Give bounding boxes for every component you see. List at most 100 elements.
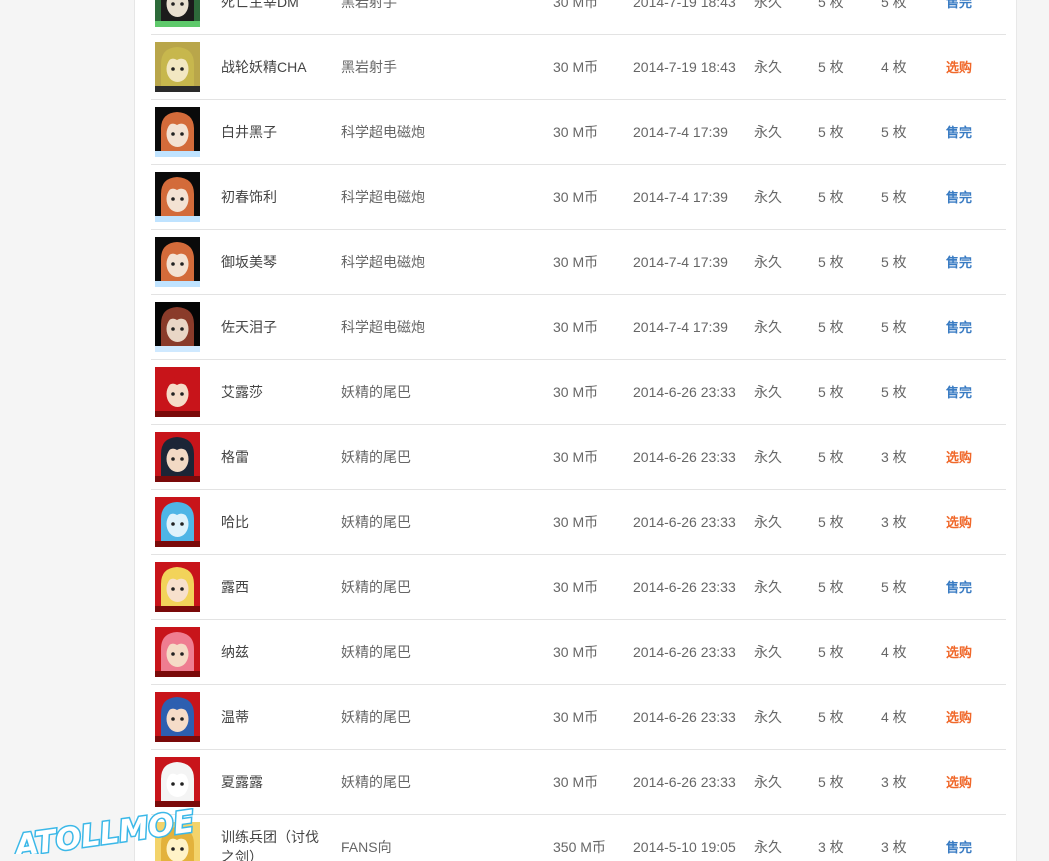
total-quantity: 5 枚 bbox=[818, 189, 844, 205]
release-date: 2014-7-4 17:39 bbox=[633, 124, 728, 140]
validity-term: 永久 bbox=[754, 709, 782, 725]
table-row: 白井黑子 科学超电磁炮 30 M币 2014-7-4 17:39 永久 5 枚 … bbox=[151, 100, 1006, 165]
validity-term: 永久 bbox=[754, 774, 782, 790]
badge-thumbnail bbox=[155, 627, 200, 677]
badge-series: 妖精的尾巴 bbox=[341, 514, 411, 530]
badge-price: 30 M币 bbox=[553, 774, 599, 790]
table-row: 佐天泪子 科学超电磁炮 30 M币 2014-7-4 17:39 永久 5 枚 … bbox=[151, 295, 1006, 360]
total-quantity: 5 枚 bbox=[818, 579, 844, 595]
badge-series: 妖精的尾巴 bbox=[341, 384, 411, 400]
badge-thumbnail bbox=[155, 692, 200, 742]
validity-term: 永久 bbox=[754, 59, 782, 75]
total-quantity: 5 枚 bbox=[818, 774, 844, 790]
table-row: 格雷 妖精的尾巴 30 M币 2014-6-26 23:33 永久 5 枚 3 … bbox=[151, 425, 1006, 490]
badge-thumbnail bbox=[155, 562, 200, 612]
release-date: 2014-6-26 23:33 bbox=[633, 449, 736, 465]
character-avatar-icon bbox=[155, 237, 200, 287]
badge-thumbnail bbox=[155, 42, 200, 92]
table-row: 御坂美琴 科学超电磁炮 30 M币 2014-7-4 17:39 永久 5 枚 … bbox=[151, 230, 1006, 295]
badge-series: 妖精的尾巴 bbox=[341, 449, 411, 465]
table-row: 死亡主宰DM 黑岩射手 30 M币 2014-7-19 18:43 永久 5 枚… bbox=[151, 0, 1006, 35]
badge-thumbnail bbox=[155, 107, 200, 157]
table-row: 温蒂 妖精的尾巴 30 M币 2014-6-26 23:33 永久 5 枚 4 … bbox=[151, 685, 1006, 750]
validity-term: 永久 bbox=[754, 0, 782, 10]
sold-out-label: 售完 bbox=[946, 840, 973, 855]
badge-series: 妖精的尾巴 bbox=[341, 774, 411, 790]
total-quantity: 5 枚 bbox=[818, 514, 844, 530]
badge-name: 温蒂 bbox=[221, 709, 249, 725]
buy-button[interactable]: 选购 bbox=[946, 490, 972, 555]
remaining-quantity: 5 枚 bbox=[881, 319, 907, 335]
remaining-quantity: 5 枚 bbox=[881, 189, 907, 205]
character-avatar-icon bbox=[155, 822, 200, 861]
badge-series: FANS向 bbox=[341, 839, 392, 855]
buy-button[interactable]: 选购 bbox=[946, 425, 972, 490]
validity-term: 永久 bbox=[754, 254, 782, 270]
badge-name: 御坂美琴 bbox=[221, 254, 277, 270]
validity-term: 永久 bbox=[754, 579, 782, 595]
total-quantity: 5 枚 bbox=[818, 124, 844, 140]
badge-price: 30 M币 bbox=[553, 384, 599, 400]
badge-name: 训练兵团（讨伐之剑） bbox=[221, 829, 319, 861]
total-quantity: 5 枚 bbox=[818, 709, 844, 725]
character-avatar-icon bbox=[155, 42, 200, 92]
badge-price: 30 M币 bbox=[553, 319, 599, 335]
remaining-quantity: 5 枚 bbox=[881, 384, 907, 400]
table-row: 艾露莎 妖精的尾巴 30 M币 2014-6-26 23:33 永久 5 枚 5… bbox=[151, 360, 1006, 425]
badge-thumbnail bbox=[155, 237, 200, 287]
badge-name: 死亡主宰DM bbox=[221, 0, 299, 10]
total-quantity: 5 枚 bbox=[818, 254, 844, 270]
badge-series: 科学超电磁炮 bbox=[341, 254, 425, 270]
badge-price: 30 M币 bbox=[553, 514, 599, 530]
badge-name: 夏露露 bbox=[221, 774, 263, 790]
badge-price: 30 M币 bbox=[553, 0, 599, 10]
remaining-quantity: 4 枚 bbox=[881, 709, 907, 725]
release-date: 2014-7-4 17:39 bbox=[633, 254, 728, 270]
total-quantity: 5 枚 bbox=[818, 319, 844, 335]
badge-table: 死亡主宰DM 黑岩射手 30 M币 2014-7-19 18:43 永久 5 枚… bbox=[151, 0, 1006, 861]
remaining-quantity: 4 枚 bbox=[881, 59, 907, 75]
validity-term: 永久 bbox=[754, 514, 782, 530]
character-avatar-icon bbox=[155, 367, 200, 417]
badge-series: 黑岩射手 bbox=[341, 0, 397, 10]
table-row: 战轮妖精CHA 黑岩射手 30 M币 2014-7-19 18:43 永久 5 … bbox=[151, 35, 1006, 100]
total-quantity: 5 枚 bbox=[818, 384, 844, 400]
badge-name: 哈比 bbox=[221, 514, 249, 530]
sold-out-label: 售完 bbox=[946, 125, 973, 140]
table-row: 训练兵团（讨伐之剑） FANS向 350 M币 2014-5-10 19:05 … bbox=[151, 815, 1006, 861]
character-avatar-icon bbox=[155, 562, 200, 612]
badge-series: 妖精的尾巴 bbox=[341, 644, 411, 660]
buy-button[interactable]: 选购 bbox=[946, 750, 972, 815]
badge-name: 初春饰利 bbox=[221, 189, 277, 205]
character-avatar-icon bbox=[155, 432, 200, 482]
badge-name: 格雷 bbox=[221, 449, 249, 465]
badge-price: 350 M币 bbox=[553, 839, 606, 855]
sold-out-label: 售完 bbox=[946, 385, 973, 400]
sold-out-label: 售完 bbox=[946, 190, 973, 205]
validity-term: 永久 bbox=[754, 839, 782, 855]
badge-series: 妖精的尾巴 bbox=[341, 579, 411, 595]
badge-name: 佐天泪子 bbox=[221, 319, 277, 335]
badge-name: 战轮妖精CHA bbox=[221, 59, 307, 75]
character-avatar-icon bbox=[155, 302, 200, 352]
buy-button[interactable]: 选购 bbox=[946, 35, 972, 100]
release-date: 2014-7-4 17:39 bbox=[633, 319, 728, 335]
character-avatar-icon bbox=[155, 172, 200, 222]
sold-out-label: 售完 bbox=[946, 255, 973, 270]
badge-thumbnail bbox=[155, 757, 200, 807]
buy-button[interactable]: 选购 bbox=[946, 620, 972, 685]
validity-term: 永久 bbox=[754, 644, 782, 660]
badge-price: 30 M币 bbox=[553, 124, 599, 140]
validity-term: 永久 bbox=[754, 124, 782, 140]
table-row: 初春饰利 科学超电磁炮 30 M币 2014-7-4 17:39 永久 5 枚 … bbox=[151, 165, 1006, 230]
release-date: 2014-5-10 19:05 bbox=[633, 839, 736, 855]
release-date: 2014-7-19 18:43 bbox=[633, 59, 736, 75]
badge-name: 艾露莎 bbox=[221, 384, 263, 400]
remaining-quantity: 4 枚 bbox=[881, 644, 907, 660]
sold-out-label: 售完 bbox=[946, 320, 973, 335]
buy-button[interactable]: 选购 bbox=[946, 685, 972, 750]
badge-thumbnail bbox=[155, 822, 200, 861]
badge-series: 科学超电磁炮 bbox=[341, 189, 425, 205]
character-avatar-icon bbox=[155, 107, 200, 157]
remaining-quantity: 5 枚 bbox=[881, 0, 907, 10]
